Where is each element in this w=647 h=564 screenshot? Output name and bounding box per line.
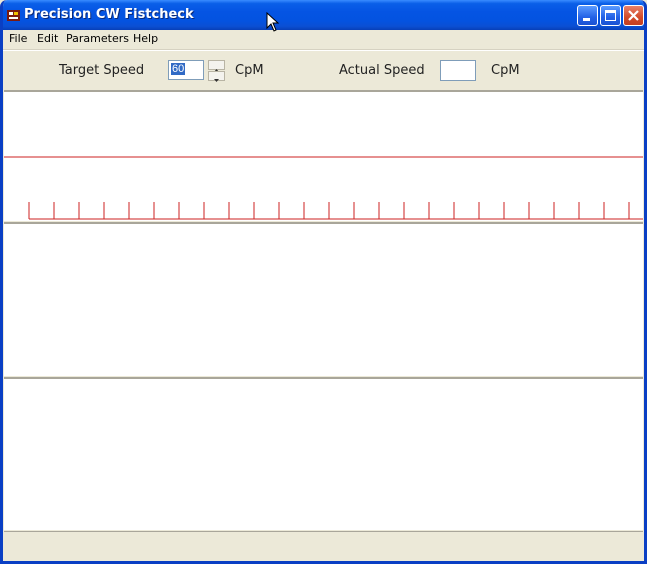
app-window: Precision CW Fistcheck File Edit Paramet… xyxy=(0,0,647,564)
maximize-button[interactable] xyxy=(600,5,621,26)
close-icon xyxy=(628,10,639,21)
morse-key-icon xyxy=(7,10,20,21)
menu-file[interactable]: File xyxy=(9,32,27,45)
analysis-panel xyxy=(4,377,643,530)
target-speed-label: Target Speed xyxy=(59,63,145,78)
menu-help[interactable]: Help xyxy=(133,32,158,45)
timing-ruler xyxy=(4,156,643,220)
menu-parameters[interactable]: Parameters xyxy=(66,32,129,45)
target-speed-spinner[interactable] xyxy=(208,60,225,82)
window-title: Precision CW Fistcheck xyxy=(24,7,194,22)
status-bar xyxy=(4,531,643,557)
actual-speed-label: Actual Speed xyxy=(339,63,425,78)
timing-panel xyxy=(4,90,643,221)
minimize-button[interactable] xyxy=(577,5,598,26)
chevron-down-icon xyxy=(214,79,219,82)
target-speed-input[interactable]: 60 xyxy=(168,60,204,80)
target-unit-label: CpM xyxy=(235,63,264,78)
mouse-pointer-icon xyxy=(266,12,280,32)
spin-down-button[interactable] xyxy=(208,71,225,82)
menu-bar: File Edit Parameters Help xyxy=(3,30,644,50)
menu-edit[interactable]: Edit xyxy=(37,32,58,45)
signal-panel xyxy=(4,222,643,376)
actual-speed-field xyxy=(440,60,476,81)
actual-unit-label: CpM xyxy=(491,63,520,78)
close-button[interactable] xyxy=(623,5,644,26)
target-speed-value: 60 xyxy=(171,63,186,75)
minimize-icon xyxy=(583,18,590,21)
maximize-icon xyxy=(605,10,616,21)
title-bar[interactable]: Precision CW Fistcheck xyxy=(3,0,644,30)
speed-toolbar: Target Speed 60 CpM Actual Speed CpM xyxy=(3,50,644,91)
spin-up-button[interactable] xyxy=(208,60,225,72)
